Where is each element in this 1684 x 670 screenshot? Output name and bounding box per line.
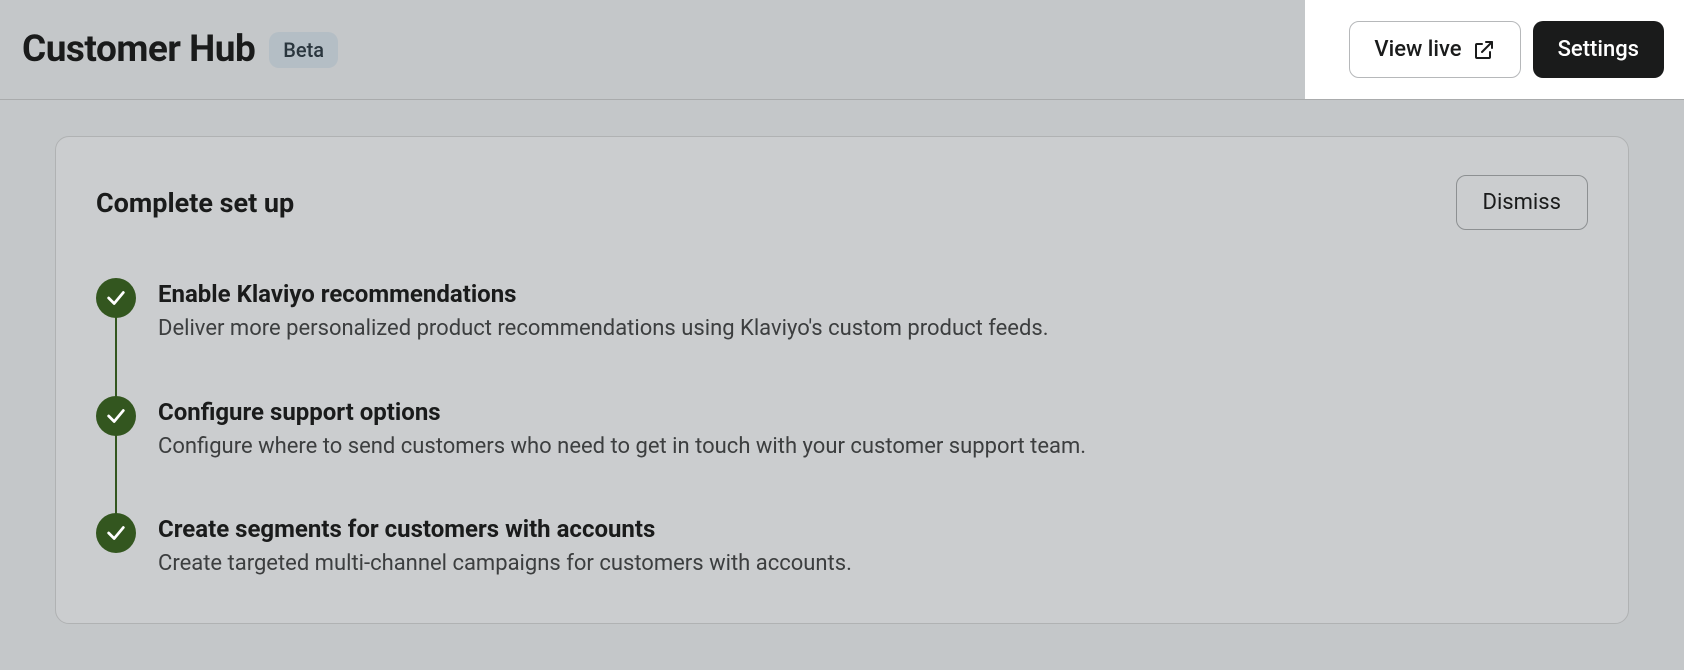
- view-live-button[interactable]: View live: [1349, 21, 1520, 78]
- card-title: Complete set up: [96, 187, 294, 219]
- setup-step[interactable]: Create segments for customers with accou…: [96, 513, 1588, 579]
- settings-button[interactable]: Settings: [1533, 21, 1664, 78]
- dismiss-button[interactable]: Dismiss: [1456, 175, 1589, 230]
- step-description: Configure where to send customers who ne…: [158, 432, 1086, 462]
- header-actions: View live Settings: [1305, 0, 1684, 99]
- step-title: Create segments for customers with accou…: [158, 515, 852, 543]
- check-icon: [105, 522, 127, 544]
- step-body: Create segments for customers with accou…: [158, 513, 852, 579]
- card-header: Complete set up Dismiss: [96, 175, 1588, 230]
- main-content: Complete set up Dismiss Enable Klaviyo r…: [0, 100, 1684, 624]
- view-live-label: View live: [1374, 37, 1461, 62]
- external-link-icon: [1472, 38, 1496, 62]
- step-title: Enable Klaviyo recommendations: [158, 280, 1049, 308]
- setup-steps-list: Enable Klaviyo recommendations Deliver m…: [96, 278, 1588, 579]
- beta-badge: Beta: [269, 32, 338, 68]
- page-header: Customer Hub Beta View live Settings: [0, 0, 1684, 100]
- step-body: Enable Klaviyo recommendations Deliver m…: [158, 278, 1049, 344]
- step-description: Deliver more personalized product recomm…: [158, 314, 1049, 344]
- step-body: Configure support options Configure wher…: [158, 396, 1086, 462]
- step-title: Configure support options: [158, 398, 1086, 426]
- step-description: Create targeted multi-channel campaigns …: [158, 549, 852, 579]
- check-icon: [105, 405, 127, 427]
- header-left: Customer Hub Beta: [0, 28, 338, 71]
- step-complete-marker: [96, 513, 136, 553]
- page-title: Customer Hub: [22, 28, 255, 71]
- check-icon: [105, 287, 127, 309]
- step-complete-marker: [96, 278, 136, 318]
- step-complete-marker: [96, 396, 136, 436]
- setup-step[interactable]: Configure support options Configure wher…: [96, 396, 1588, 514]
- setup-card: Complete set up Dismiss Enable Klaviyo r…: [55, 136, 1629, 624]
- setup-step[interactable]: Enable Klaviyo recommendations Deliver m…: [96, 278, 1588, 396]
- settings-label: Settings: [1558, 37, 1639, 62]
